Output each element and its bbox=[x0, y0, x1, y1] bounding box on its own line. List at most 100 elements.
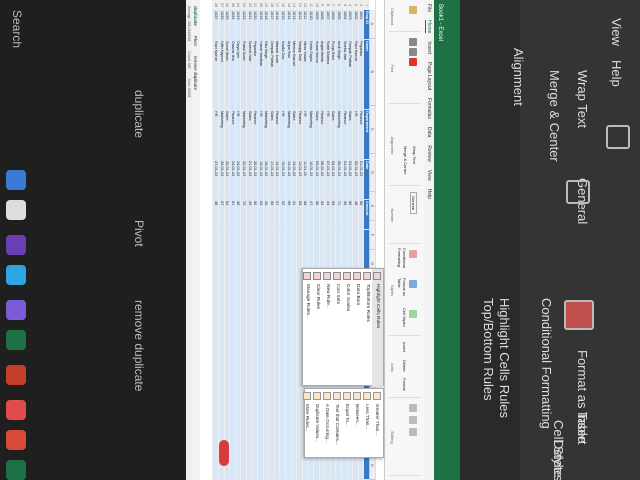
cell[interactable]: 17-01-22 bbox=[269, 160, 274, 200]
cell[interactable]: 69 bbox=[286, 200, 291, 230]
row-number[interactable]: 19 bbox=[263, 0, 269, 10]
cell[interactable]: 1006 bbox=[330, 10, 336, 40]
table-row[interactable]: 17 1016 Manish Joshi Finance 16-01-22 57 bbox=[273, 0, 280, 480]
cell[interactable]: 1024 bbox=[230, 10, 235, 40]
cell[interactable]: 45 bbox=[263, 200, 269, 230]
table-row[interactable]: 25 1024 Gaurav Jha Finance 24-01-22 61 bbox=[229, 0, 235, 480]
row-number[interactable]: 11 bbox=[308, 0, 314, 10]
cell[interactable]: Sales bbox=[269, 110, 274, 160]
cell[interactable]: Anjali Mehta bbox=[319, 40, 325, 110]
submenu-item[interactable]: Between... bbox=[352, 389, 363, 459]
table-row[interactable]: 21 1020 Priyanka Finance 20-01-22 50 bbox=[251, 0, 258, 480]
cell[interactable]: HR bbox=[258, 110, 263, 160]
table-row[interactable]: 20 1019 Harsh Vardhan HR 19-01-22 63 bbox=[257, 0, 263, 480]
cell[interactable]: Nitin Kapoor bbox=[218, 40, 224, 110]
cell[interactable]: Marketing bbox=[263, 110, 269, 160]
cell[interactable]: Marketing bbox=[286, 110, 291, 160]
menu-help[interactable]: Help bbox=[426, 189, 432, 199]
cell[interactable]: Arjun Rao bbox=[286, 40, 291, 110]
cell[interactable]: 15-01-22 bbox=[280, 160, 286, 200]
cell[interactable]: 71 bbox=[336, 200, 342, 230]
cell[interactable]: Pooja Rani bbox=[330, 40, 336, 110]
cell[interactable]: 54 bbox=[224, 200, 230, 230]
cell[interactable]: 1007 bbox=[325, 10, 330, 40]
cell[interactable]: 08-01-22 bbox=[319, 160, 325, 200]
cell[interactable]: 24-01-22 bbox=[230, 160, 235, 200]
find-select-icon[interactable] bbox=[409, 428, 417, 436]
cell[interactable]: 1004 bbox=[342, 10, 347, 40]
cell[interactable]: Finance bbox=[297, 110, 302, 160]
row-number[interactable]: 13 bbox=[297, 0, 302, 10]
cell[interactable]: 23-01-22 bbox=[235, 160, 241, 200]
empty-cells[interactable] bbox=[286, 230, 291, 480]
table-row[interactable]: 22 1021 Suresh Nair Sales 21-01-22 49 bbox=[245, 0, 252, 480]
sort-filter-icon[interactable] bbox=[409, 416, 417, 424]
cell[interactable]: 1018 bbox=[263, 10, 269, 40]
cf-menu-item[interactable]: Color Scales bbox=[342, 269, 353, 387]
cell[interactable]: Sales bbox=[347, 110, 353, 160]
cell[interactable]: 62 bbox=[319, 200, 325, 230]
italic-icon[interactable] bbox=[409, 48, 417, 56]
cell[interactable]: 05-01-22 bbox=[336, 160, 342, 200]
cell[interactable]: 06-01-22 bbox=[330, 160, 336, 200]
row-number[interactable]: 1 bbox=[364, 0, 369, 10]
cell[interactable]: 13-01-22 bbox=[291, 160, 297, 200]
wrap-text-button[interactable]: Wrap Text bbox=[412, 146, 417, 164]
cell[interactable]: Sales bbox=[291, 110, 297, 160]
empty-cells[interactable] bbox=[258, 230, 263, 480]
format-cells-button[interactable]: Format bbox=[402, 378, 407, 391]
cell[interactable]: Kunal Verma bbox=[314, 40, 319, 110]
table-row[interactable]: 24 1023 Divya Iyer HR 23-01-22 38 bbox=[234, 0, 241, 480]
empty-cells[interactable] bbox=[280, 230, 286, 480]
empty-cells[interactable] bbox=[291, 230, 297, 480]
merge-center-button[interactable]: Merge & Center bbox=[403, 146, 408, 174]
cell[interactable]: Ravi Kumar bbox=[213, 40, 218, 110]
empty-cells[interactable] bbox=[269, 230, 274, 480]
row-number[interactable]: 24 bbox=[235, 0, 241, 10]
format-as-table-icon[interactable] bbox=[409, 280, 417, 288]
row-number[interactable]: 18 bbox=[269, 0, 274, 10]
cell[interactable]: Date bbox=[364, 160, 369, 200]
cell[interactable]: 1019 bbox=[258, 10, 263, 40]
cell[interactable]: 1027 bbox=[213, 10, 218, 40]
cell[interactable]: Emp ID bbox=[364, 10, 369, 40]
cell[interactable]: 1009 bbox=[314, 10, 319, 40]
cell[interactable]: 04-01-22 bbox=[342, 160, 347, 200]
cell[interactable]: Ritu Singh bbox=[263, 40, 269, 110]
cell-styles-button[interactable]: Cell Styles bbox=[402, 308, 407, 327]
cell[interactable]: 53 bbox=[297, 200, 302, 230]
cell[interactable]: Finance bbox=[342, 110, 347, 160]
cell[interactable]: 1012 bbox=[297, 10, 302, 40]
cell[interactable]: Suresh Nair bbox=[246, 40, 252, 110]
cf-menu-item[interactable]: Clear Rules bbox=[312, 269, 323, 387]
table-row[interactable]: 19 1018 Ritu Singh Marketing 18-01-22 45 bbox=[262, 0, 269, 480]
cell[interactable]: Amit Singh bbox=[336, 40, 342, 110]
menu-page-layout[interactable]: Page Layout bbox=[426, 62, 432, 90]
cell[interactable]: 55 bbox=[330, 200, 336, 230]
row-number[interactable]: 17 bbox=[274, 0, 280, 10]
font-color-icon[interactable] bbox=[409, 58, 417, 66]
cf-menu-item[interactable]: Top/Bottom Rules bbox=[362, 269, 373, 387]
empty-cells[interactable] bbox=[213, 230, 218, 480]
cell[interactable]: 52 bbox=[280, 200, 286, 230]
cell[interactable]: HR bbox=[213, 110, 218, 160]
cell[interactable]: Sales bbox=[246, 110, 252, 160]
format-as-table-button[interactable]: Format as Table bbox=[397, 278, 407, 306]
empty-cells[interactable] bbox=[263, 230, 269, 480]
conditional-formatting-button[interactable]: Conditional Formatting bbox=[397, 248, 407, 276]
row-number[interactable]: 6 bbox=[336, 0, 342, 10]
empty-cells[interactable] bbox=[274, 230, 280, 480]
row-number[interactable]: 21 bbox=[252, 0, 258, 10]
row-number[interactable]: 28 bbox=[213, 0, 218, 10]
cell[interactable]: 1003 bbox=[347, 10, 353, 40]
menu-view[interactable]: View bbox=[426, 170, 432, 181]
cell[interactable]: Rohit Sharma bbox=[325, 40, 330, 110]
cell[interactable]: 50 bbox=[358, 200, 364, 230]
cell[interactable]: 21-01-22 bbox=[246, 160, 252, 200]
cell[interactable]: 1022 bbox=[241, 10, 246, 40]
table-row[interactable]: 23 1022 Rahul Bose Marketing 22-01-22 72 bbox=[240, 0, 246, 480]
cell[interactable]: Deepak Pathak bbox=[347, 40, 353, 110]
submenu-item[interactable]: Less Than... bbox=[362, 389, 373, 459]
cell[interactable]: 07-01-22 bbox=[325, 160, 330, 200]
cell[interactable]: 1014 bbox=[286, 10, 291, 40]
